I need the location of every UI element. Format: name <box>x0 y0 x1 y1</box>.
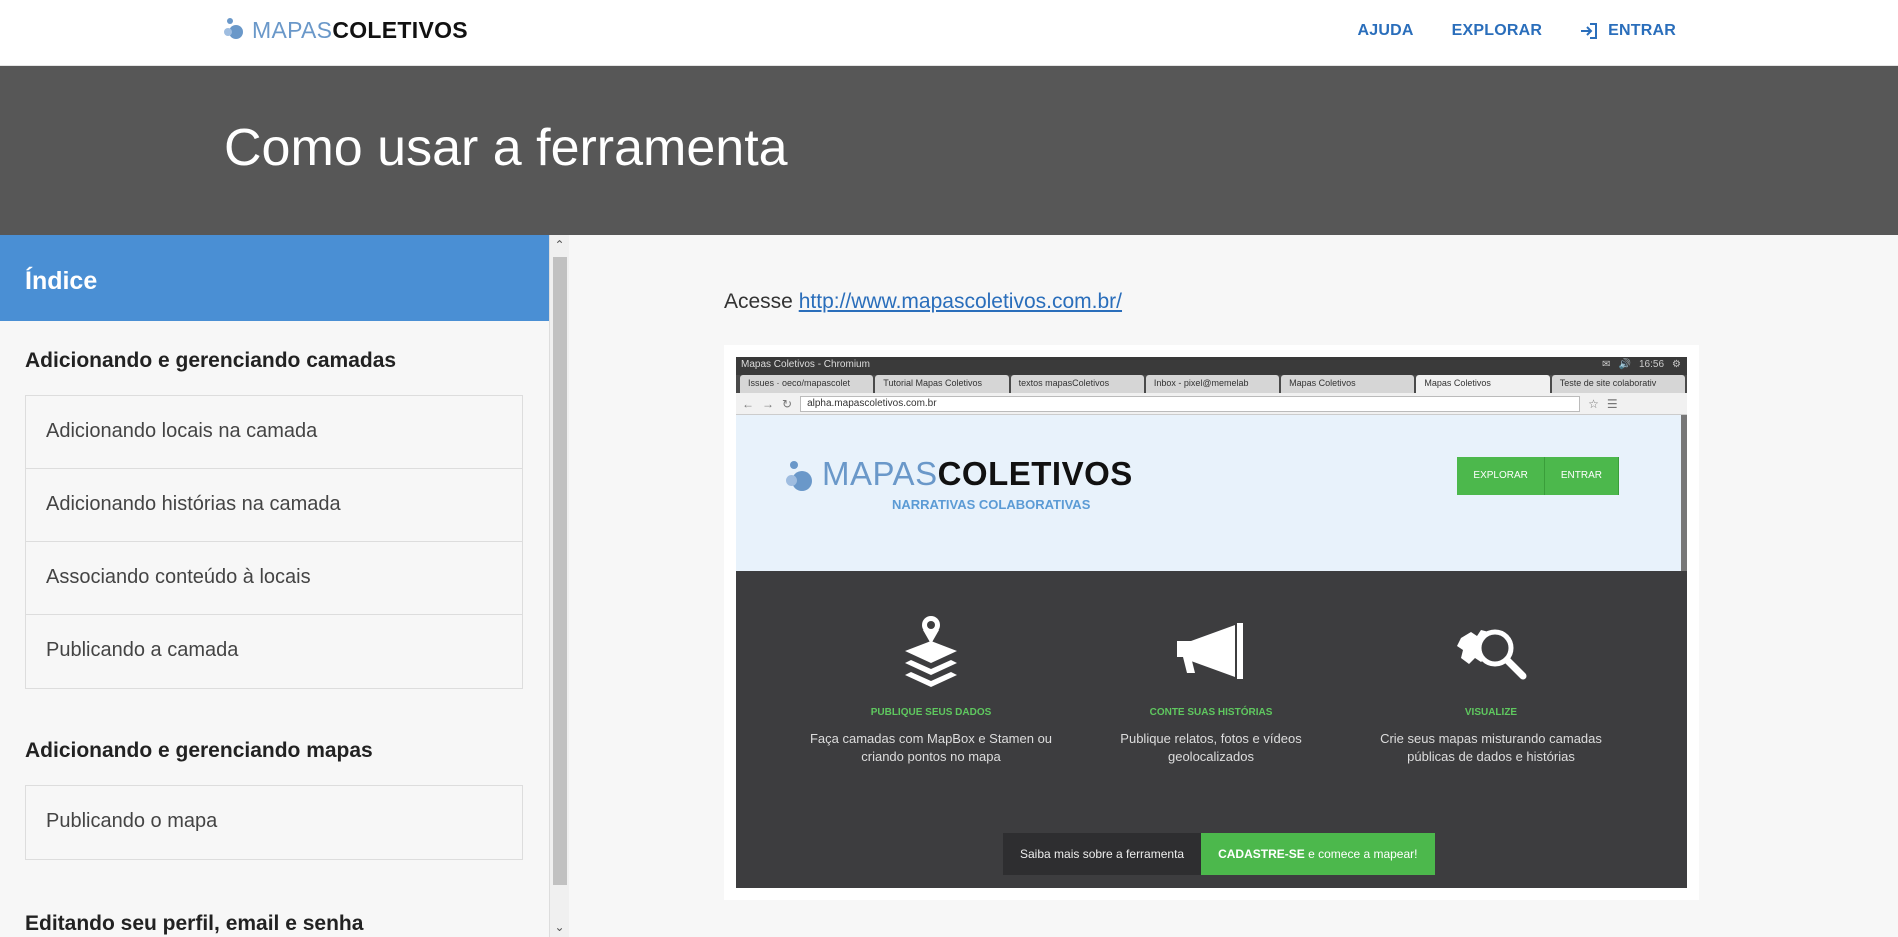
inner-signup-button: CADASTRE-SE e comece a mapear! <box>1201 833 1435 875</box>
inner-logo-bold: COLETIVOS <box>937 455 1133 492</box>
sidebar-item-publish-layer[interactable]: Publicando a camada <box>26 615 522 688</box>
main-content: Acesse http://www.mapascoletivos.com.br/… <box>570 235 1898 937</box>
feature-description-line: Faça camadas com MapBox e Stamen ou <box>809 731 1053 746</box>
logo-text: MAPASCOLETIVOS <box>252 18 468 42</box>
feature-description: Faça camadas com MapBox e Stamen ou crian… <box>796 730 1066 766</box>
sidebar-item-add-stories[interactable]: Adicionando histórias na camada <box>26 469 522 542</box>
browser-window-title: Mapas Coletivos - Chromium <box>741 359 870 370</box>
inner-about-button: Saiba mais sobre a ferramenta <box>1003 833 1202 875</box>
back-arrow-icon: ← <box>742 396 754 411</box>
feature-stories: CONTE SUAS HISTÓRIAS Publique relatos, f… <box>1076 611 1346 766</box>
scroll-down-arrow-icon[interactable]: ⌄ <box>550 917 569 937</box>
section-list-maps: Publicando o mapa <box>25 785 523 860</box>
section-title-maps[interactable]: Adicionando e gerenciando mapas <box>0 739 549 763</box>
section-list-layers: Adicionando locais na camada Adicionando… <box>25 395 523 689</box>
browser-tab: Tutorial Mapas Coletivos <box>875 375 1009 393</box>
mail-icon: ✉ <box>1602 359 1611 370</box>
nav-enter-label: ENTRAR <box>1608 22 1676 39</box>
sidebar-item-associate-content[interactable]: Associando conteúdo à locais <box>26 542 522 615</box>
index-sidebar: Índice Adicionando e gerenciando camadas… <box>0 235 549 937</box>
inner-enter-button: ENTRAR <box>1544 457 1619 495</box>
scroll-up-arrow-icon[interactable]: ⌃ <box>550 235 569 255</box>
clock: 16:56 <box>1639 359 1665 370</box>
feature-visualize: VISUALIZE Crie seus mapas misturando cam… <box>1356 611 1626 766</box>
system-tray: ✉ 🔊 16:56 ⚙ <box>1602 359 1681 370</box>
nav-enter-link[interactable]: ENTRAR <box>1580 22 1676 40</box>
feature-description-line: Publique relatos, fotos e vídeos <box>1120 731 1302 746</box>
inner-page-header: MAPASCOLETIVOS NARRATIVAS COLABORATIVAS … <box>736 415 1687 571</box>
inner-logo: MAPASCOLETIVOS NARRATIVAS COLABORATIVAS <box>786 455 1133 512</box>
inner-logo-bubbles-icon <box>786 461 814 493</box>
feature-description-line: Crie seus mapas misturando camadas <box>1380 731 1602 746</box>
feature-description-line: públicas de dados e histórias <box>1407 749 1575 764</box>
feature-publish: PUBLIQUE SEUS DADOS Faça camadas com Map… <box>796 611 1066 766</box>
map-layers-pin-icon <box>796 611 1066 691</box>
access-label: Acesse <box>724 290 793 313</box>
access-paragraph: Acesse http://www.mapascoletivos.com.br/ <box>724 290 1122 314</box>
feature-title: VISUALIZE <box>1464 707 1518 718</box>
section-title-profile[interactable]: Editando seu perfil, email e senha <box>0 912 549 936</box>
site-url-link[interactable]: http://www.mapascoletivos.com.br/ <box>799 290 1122 313</box>
scroll-thumb[interactable] <box>553 257 567 885</box>
url-field: alpha.mapascoletivos.com.br <box>800 395 1581 412</box>
reload-icon: ↻ <box>782 396 793 411</box>
sidebar-item-publish-map[interactable]: Publicando o mapa <box>26 786 522 859</box>
feature-title: CONTE SUAS HISTÓRIAS <box>1149 707 1273 718</box>
browser-tab: Inbox - pixel@memelab <box>1145 375 1280 393</box>
inner-signup-rest: e comece a mapear! <box>1304 847 1418 861</box>
browser-window-image: Mapas Coletivos - Chromium ✉ 🔊 16:56 ⚙ I… <box>736 357 1687 888</box>
logo-bubbles-icon <box>224 18 244 42</box>
page-header: Como usar a ferramenta <box>0 66 1898 235</box>
sidebar-scrollbar[interactable]: ⌃ ⌄ <box>549 235 569 937</box>
feature-description-line: criando pontos no mapa <box>861 749 1001 764</box>
nav-explore-link[interactable]: EXPLORAR <box>1452 22 1543 40</box>
browser-tab-active: Mapas Coletivos <box>1416 375 1550 393</box>
inner-tagline: NARRATIVAS COLABORATIVAS <box>892 497 1091 512</box>
feature-description-line: geolocalizados <box>1167 749 1254 764</box>
settings-gear-icon: ⚙ <box>1672 359 1681 370</box>
nav-help-link[interactable]: AJUDA <box>1358 22 1414 40</box>
inner-signup-bold: CADASTRE-SE <box>1218 847 1305 861</box>
site-logo[interactable]: MAPASCOLETIVOS <box>224 18 468 42</box>
forward-arrow-icon: → <box>762 396 774 411</box>
sidebar-item-add-places[interactable]: Adicionando locais na camada <box>26 396 522 469</box>
volume-icon: 🔊 <box>1618 359 1631 370</box>
browser-title-bar: Mapas Coletivos - Chromium ✉ 🔊 16:56 ⚙ <box>736 357 1687 375</box>
bookmark-star-icon: ☆ <box>1588 396 1599 411</box>
section-title-layers[interactable]: Adicionando e gerenciando camadas <box>0 349 549 373</box>
inner-logo-light: MAPAS <box>822 455 938 492</box>
megaphone-icon <box>1076 611 1346 691</box>
browser-tab: Teste de site colaborativ <box>1551 375 1685 393</box>
feature-description: Crie seus mapas misturando camadas públic… <box>1356 730 1626 766</box>
feature-description: Publique relatos, fotos e vídeos geolocal… <box>1076 730 1346 766</box>
inner-explore-button: EXPLORAR <box>1457 457 1545 495</box>
logo-text-bold: COLETIVOS <box>332 17 468 43</box>
page-title: Como usar a ferramenta <box>224 119 788 177</box>
browser-tab: Mapas Coletivos <box>1281 375 1415 393</box>
inner-features-section: PUBLIQUE SEUS DADOS Faça camadas com Map… <box>736 571 1687 888</box>
inner-cta-buttons: Saiba mais sobre a ferramenta CADASTRE-S… <box>1003 833 1435 875</box>
browser-tab: Issues · oeco/mapascolet <box>740 375 874 393</box>
sidebar-title: Índice <box>0 235 549 321</box>
feature-title: PUBLIQUE SEUS DADOS <box>870 707 992 718</box>
browser-tab: textos mapasColetivos <box>1010 375 1144 393</box>
logo-text-light: MAPAS <box>252 17 333 43</box>
tutorial-screenshot: Mapas Coletivos - Chromium ✉ 🔊 16:56 ⚙ I… <box>724 345 1699 900</box>
inner-nav-buttons: EXPLORAR ENTRAR <box>1457 457 1619 495</box>
magnifier-map-icon <box>1356 611 1626 691</box>
top-navbar: MAPASCOLETIVOS AJUDA EXPLORAR ENTRAR <box>0 0 1898 66</box>
browser-address-bar: ← → ↻ alpha.mapascoletivos.com.br ☆ ☰ <box>736 393 1687 415</box>
main-nav: AJUDA EXPLORAR ENTRAR <box>1358 22 1677 40</box>
menu-icon: ☰ <box>1606 396 1618 411</box>
sign-in-icon <box>1580 23 1598 39</box>
browser-tabs: Issues · oeco/mapascolet Tutorial Mapas … <box>736 375 1687 393</box>
